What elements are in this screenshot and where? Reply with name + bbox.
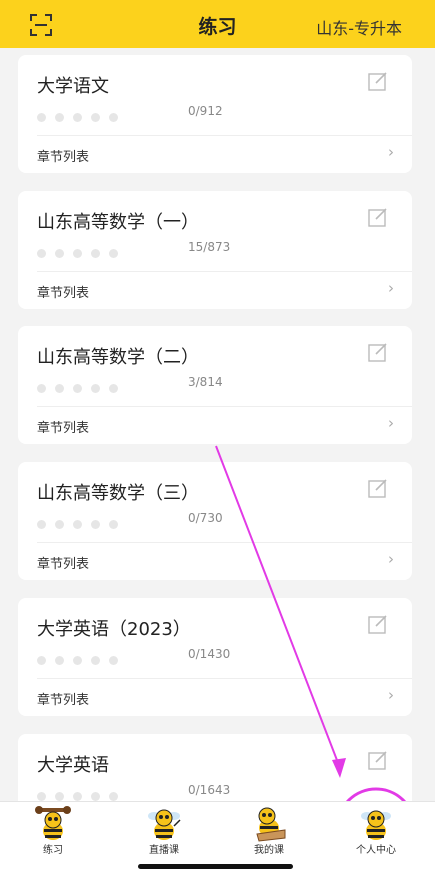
progress-count: 0/1430	[188, 647, 231, 661]
divider	[37, 542, 412, 543]
course-card[interactable]: 大学语文 0/912 章节列表 ›	[18, 55, 412, 173]
course-title: 大学英语（2023）	[37, 619, 191, 640]
progress-count: 0/912	[188, 104, 223, 118]
bee-profile-icon	[361, 810, 391, 840]
tab-label: 练习	[43, 845, 63, 856]
progress-count: 0/1643	[188, 783, 231, 797]
chevron-right-icon: ›	[388, 143, 394, 161]
divider	[37, 271, 412, 272]
rating-dots	[37, 378, 127, 393]
course-title: 山东高等数学（二）	[37, 347, 199, 368]
rating-dots	[37, 107, 127, 122]
edit-icon[interactable]	[368, 478, 388, 498]
bee-mycourse-icon	[256, 807, 286, 842]
chapter-list-link[interactable]: 章节列表	[37, 146, 89, 165]
chapter-list-link[interactable]: 章节列表	[37, 553, 89, 572]
chevron-right-icon: ›	[388, 686, 394, 704]
rating-dots	[37, 786, 127, 801]
tab-practice[interactable]: 练习	[13, 802, 93, 862]
divider	[37, 406, 412, 407]
chevron-right-icon: ›	[388, 279, 394, 297]
chevron-right-icon: ›	[388, 550, 394, 568]
tab-label: 直播课	[149, 845, 179, 856]
edit-icon[interactable]	[368, 207, 388, 227]
progress-count: 15/873	[188, 240, 231, 254]
progress-count: 3/814	[188, 375, 223, 389]
tab-live[interactable]: 直播课	[124, 802, 204, 862]
home-indicator	[138, 864, 293, 869]
divider	[37, 135, 412, 136]
course-card[interactable]: 大学英语（2023） 0/1430 章节列表 ›	[18, 598, 412, 716]
tab-label: 我的课	[254, 845, 284, 856]
region-selector[interactable]: 山东-专升本	[316, 15, 402, 39]
edit-icon[interactable]	[368, 342, 388, 362]
chapter-list-link[interactable]: 章节列表	[37, 282, 89, 301]
divider	[37, 678, 412, 679]
chapter-list-link[interactable]: 章节列表	[37, 689, 89, 708]
edit-icon[interactable]	[368, 750, 388, 770]
chevron-right-icon: ›	[388, 414, 394, 432]
course-title: 山东高等数学（一）	[37, 212, 199, 233]
progress-count: 0/730	[188, 511, 223, 525]
top-bar: 练习 山东-专升本	[0, 0, 435, 48]
course-title: 山东高等数学（三）	[37, 483, 199, 504]
chapter-list-link[interactable]: 章节列表	[37, 417, 89, 436]
rating-dots	[37, 650, 127, 665]
bee-live-icon	[148, 809, 181, 840]
bee-practice-icon	[35, 806, 71, 840]
rating-dots	[37, 243, 127, 258]
tab-label: 个人中心	[356, 845, 396, 856]
edit-icon[interactable]	[368, 614, 388, 634]
course-card[interactable]: 山东高等数学（二） 3/814 章节列表 ›	[18, 326, 412, 444]
course-card[interactable]: 山东高等数学（三） 0/730 章节列表 ›	[18, 462, 412, 580]
tab-my-courses[interactable]: 我的课	[229, 802, 309, 862]
course-title: 大学语文	[37, 76, 109, 97]
edit-icon[interactable]	[368, 71, 388, 91]
course-title: 大学英语	[37, 755, 109, 776]
rating-dots	[37, 514, 127, 529]
tab-profile[interactable]: 个人中心	[336, 802, 416, 862]
course-card[interactable]: 山东高等数学（一） 15/873 章节列表 ›	[18, 191, 412, 309]
